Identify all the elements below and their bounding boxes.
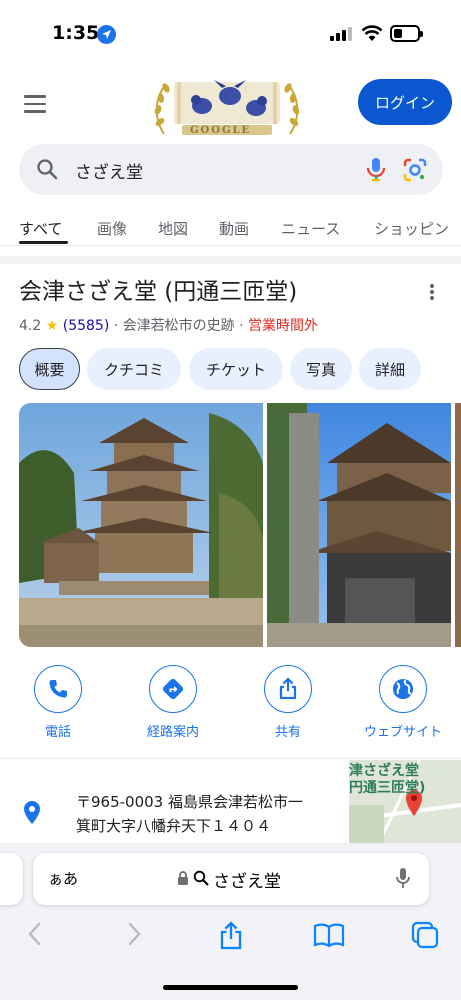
battery-icon [390, 25, 423, 42]
lock-icon [178, 871, 188, 885]
status-time: 1:35 [52, 22, 100, 44]
address-text[interactable]: 〒965-0003 福島県会津若松市一 箕町大字八幡弁天下１４０４ [76, 790, 341, 838]
microphone-icon[interactable] [395, 867, 411, 891]
place-photo[interactable] [267, 403, 451, 647]
phone-icon [34, 665, 82, 713]
chip-overview[interactable]: 概要 [19, 348, 80, 390]
reader-settings-button[interactable]: ぁあ [48, 868, 78, 889]
tab-shopping[interactable]: ショッピン [374, 218, 449, 239]
directions-icon [149, 665, 197, 713]
section-divider [0, 758, 461, 759]
call-action[interactable]: 電話 [8, 665, 108, 740]
forward-icon[interactable] [124, 921, 144, 947]
home-indicator [163, 985, 298, 990]
star-icon: ★ [45, 318, 59, 334]
place-photo[interactable] [19, 403, 263, 647]
tab-maps[interactable]: 地図 [158, 218, 188, 239]
separator-dot: · [234, 318, 249, 334]
address-bar[interactable]: ぁあ さざえ堂 [33, 853, 429, 905]
doodle-caption: GOOGLE [190, 125, 252, 136]
wifi-icon [361, 25, 383, 41]
login-button[interactable]: ログイン [358, 79, 452, 125]
search-tabs: すべて 画像 地図 動画 ニュース ショッピン [0, 212, 461, 246]
google-lens-icon[interactable] [402, 157, 428, 183]
tab-images[interactable]: 画像 [97, 218, 127, 239]
place-summary: 4.2 ★ (5585) · 会津若松市の史跡 · 営業時間外 [19, 315, 318, 335]
more-options-icon[interactable] [430, 284, 436, 302]
location-arrow-icon [97, 25, 116, 44]
tab-news[interactable]: ニュース [281, 218, 340, 239]
cellular-signal-icon [330, 27, 352, 41]
chip-tickets[interactable]: チケット [189, 348, 283, 390]
status-bar: 1:35 [0, 0, 461, 66]
active-tab-indicator [19, 241, 68, 244]
menu-icon[interactable] [24, 95, 46, 113]
previous-tab-card[interactable] [0, 853, 23, 905]
directions-label: 経路案内 [146, 725, 199, 740]
rating-value: 4.2 [19, 318, 42, 334]
website-label: ウェブサイト [363, 725, 442, 740]
share-label: 共有 [274, 725, 301, 740]
search-icon [37, 159, 58, 180]
directions-action[interactable]: 経路案内 [123, 665, 223, 740]
search-icon [193, 870, 209, 886]
address-line: 箕町大字八幡弁天下１４０４ [76, 817, 272, 835]
tab-all[interactable]: すべて [19, 218, 62, 239]
voice-search-icon[interactable] [365, 157, 387, 183]
search-input[interactable]: さざえ堂 [75, 158, 143, 183]
tabs-icon[interactable] [411, 921, 439, 949]
place-title: 会津さざえ堂 (円通三匝堂) [19, 279, 298, 305]
call-label: 電話 [44, 725, 71, 740]
bookmarks-icon[interactable] [313, 921, 345, 949]
review-count-link[interactable]: (5585) [63, 318, 110, 334]
url-text: さざえ堂 [213, 872, 281, 892]
chip-details[interactable]: 詳細 [359, 348, 421, 390]
tab-videos[interactable]: 動画 [219, 218, 249, 239]
place-photo-partial[interactable] [455, 403, 461, 647]
place-category: 会津若松市の史跡 [122, 318, 235, 334]
back-icon[interactable] [25, 921, 45, 947]
share-action[interactable]: 共有 [238, 665, 338, 740]
address-line: 〒965-0003 福島県会津若松市一 [76, 793, 303, 811]
separator-dot: · [109, 318, 123, 334]
globe-icon [379, 665, 427, 713]
chip-photos[interactable]: 写真 [290, 348, 352, 390]
map-label: 津さざえ堂 円通三匝堂) [349, 763, 426, 796]
section-divider [0, 256, 461, 264]
website-action[interactable]: ウェブサイト [353, 665, 453, 740]
chip-reviews[interactable]: クチコミ [87, 348, 181, 390]
location-pin-icon [24, 801, 40, 824]
browser-toolbar: ぁあ さざえ堂 [0, 843, 461, 1000]
map-thumbnail[interactable]: 津さざえ堂 円通三匝堂) [349, 760, 461, 843]
search-box[interactable]: さざえ堂 [19, 144, 443, 195]
share-icon [264, 665, 312, 713]
share-icon[interactable] [218, 921, 244, 951]
place-actions: 電話 経路案内 共有 ウェブサイト [0, 665, 461, 745]
hours-status: 営業時間外 [248, 318, 319, 334]
